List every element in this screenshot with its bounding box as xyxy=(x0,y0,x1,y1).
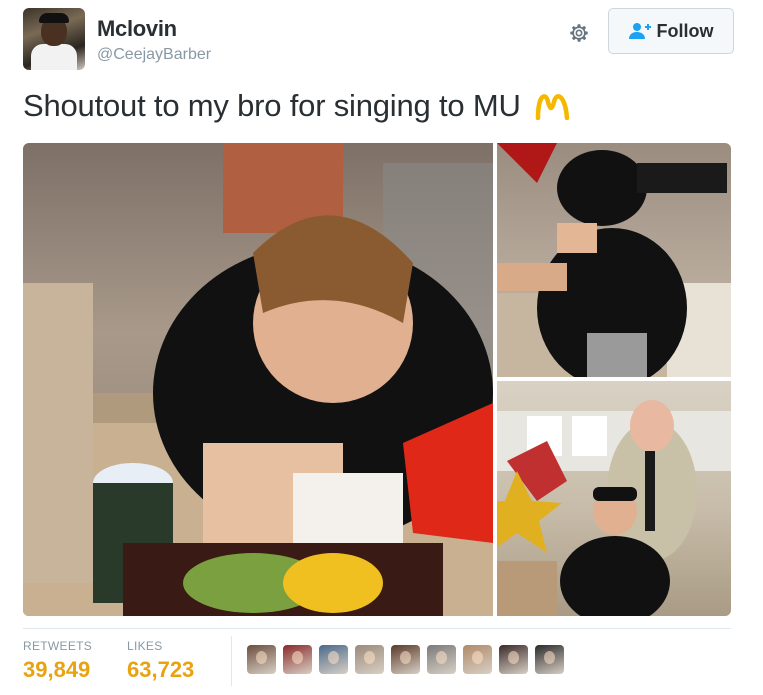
liker-avatar[interactable] xyxy=(355,645,384,674)
mcdonalds-arches-icon xyxy=(535,90,575,128)
stats-divider xyxy=(23,628,731,629)
user-avatar[interactable] xyxy=(23,8,85,70)
liker-avatar[interactable] xyxy=(535,645,564,674)
stats-separator xyxy=(231,636,232,686)
liker-avatar[interactable] xyxy=(283,645,312,674)
user-display-name[interactable]: Mclovin xyxy=(97,16,177,42)
liker-avatar[interactable] xyxy=(499,645,528,674)
liker-avatar[interactable] xyxy=(391,645,420,674)
tweet-header: Mclovin @CeejayBarber Follow xyxy=(23,8,734,72)
user-handle[interactable]: @CeejayBarber xyxy=(97,46,211,64)
tweet-media-grid xyxy=(23,143,731,616)
photo-main[interactable] xyxy=(23,143,493,616)
likes-label: LIKES xyxy=(127,639,163,653)
tweet-text-body: Shoutout to my bro for singing to MU xyxy=(23,88,521,123)
retweets-count: 39,849 xyxy=(23,657,91,682)
likes-stat[interactable]: LIKES 63,723 xyxy=(127,639,194,683)
photo-bottom-right[interactable] xyxy=(497,381,731,616)
liker-avatar[interactable] xyxy=(247,645,276,674)
tweet-text: Shoutout to my bro for singing to MU xyxy=(23,88,575,128)
likes-count: 63,723 xyxy=(127,657,195,682)
photo-top-right[interactable] xyxy=(497,143,731,377)
follow-button[interactable]: Follow xyxy=(608,8,734,54)
gear-icon[interactable] xyxy=(568,22,590,44)
add-user-icon xyxy=(628,23,651,39)
liker-avatar[interactable] xyxy=(463,645,492,674)
liker-avatars xyxy=(247,645,564,674)
liker-avatar[interactable] xyxy=(319,645,348,674)
retweets-stat[interactable]: RETWEETS 39,849 xyxy=(23,639,92,683)
follow-button-label: Follow xyxy=(656,20,714,41)
liker-avatar[interactable] xyxy=(427,645,456,674)
retweets-label: RETWEETS xyxy=(23,639,93,653)
